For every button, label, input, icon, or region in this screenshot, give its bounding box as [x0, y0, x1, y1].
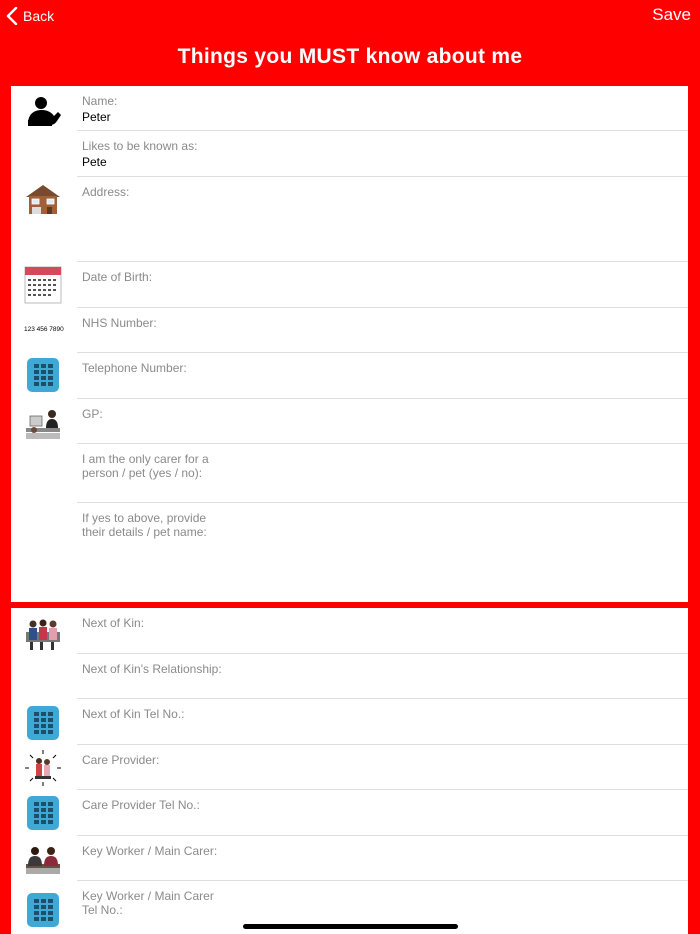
home-indicator[interactable] [243, 924, 458, 929]
key-worker-icon [24, 840, 62, 878]
dob-row[interactable]: Date of Birth: [77, 262, 688, 308]
name-value[interactable]: Peter [82, 110, 111, 124]
contacts-card: Next of Kin: Next of Kin's Relationship:… [11, 608, 688, 934]
nok-tel-row[interactable]: Next of Kin Tel No.: [77, 699, 688, 745]
key-worker-label: Key Worker / Main Carer: [82, 844, 218, 858]
key-worker-tel-label: Key Worker / Main Carer Tel No.: [82, 889, 214, 917]
care-provider-label: Care Provider: [82, 753, 160, 767]
nhs-number-icon: 123 456 7890 [24, 326, 64, 333]
key-worker-row[interactable]: Key Worker / Main Carer: [77, 836, 688, 881]
family-icon [24, 614, 62, 652]
page-title: Things you MUST know about me [177, 45, 523, 68]
house-icon [24, 180, 62, 218]
phone-icon [24, 891, 62, 929]
nhs-number-row[interactable]: NHS Number: [77, 308, 688, 353]
name-label: Name: [82, 94, 118, 108]
address-label: Address: [82, 185, 130, 199]
name-row[interactable]: Name: Peter [77, 86, 688, 131]
calendar-icon [24, 266, 62, 304]
known-as-value[interactable]: Pete [82, 155, 107, 169]
person-silhouette-icon [24, 94, 62, 132]
known-as-label: Likes to be known as: [82, 139, 198, 153]
telephone-row[interactable]: Telephone Number: [77, 353, 688, 399]
carer-details-row[interactable]: If yes to above, provide their details /… [77, 503, 688, 602]
doctor-icon [24, 404, 62, 442]
nhs-number-label: NHS Number: [82, 316, 157, 330]
phone-icon [24, 794, 62, 832]
care-provider-row[interactable]: Care Provider: [77, 745, 688, 790]
telephone-label: Telephone Number: [82, 361, 187, 375]
address-row[interactable]: Address: [77, 177, 688, 262]
nok-relationship-label: Next of Kin's Relationship: [82, 662, 222, 676]
back-button[interactable]: Back [6, 6, 54, 26]
back-label: Back [23, 8, 55, 24]
nok-relationship-row[interactable]: Next of Kin's Relationship: [77, 654, 688, 699]
known-as-row[interactable]: Likes to be known as: Pete [77, 131, 688, 177]
save-button[interactable]: Save [652, 5, 691, 25]
care-provider-tel-row[interactable]: Care Provider Tel No.: [77, 790, 688, 836]
gp-row[interactable]: GP: [77, 399, 688, 444]
chevron-left-icon [6, 7, 18, 25]
personal-details-card: 123 456 7890 Name: Peter Likes to be kno… [11, 86, 688, 602]
phone-icon [24, 356, 62, 394]
phone-icon [24, 704, 62, 742]
carer-details-label: If yes to above, provide their details /… [82, 511, 207, 539]
dob-label: Date of Birth: [82, 270, 153, 284]
nok-tel-label: Next of Kin Tel No.: [82, 707, 185, 721]
next-of-kin-label: Next of Kin: [82, 616, 145, 630]
care-provider-tel-label: Care Provider Tel No.: [82, 798, 200, 812]
care-provider-icon [24, 749, 62, 787]
only-carer-label: I am the only carer for a person / pet (… [82, 452, 209, 480]
gp-label: GP: [82, 407, 103, 421]
navigation-bar: Back Save [0, 0, 700, 32]
next-of-kin-row[interactable]: Next of Kin: [77, 608, 688, 654]
only-carer-row[interactable]: I am the only carer for a person / pet (… [77, 444, 688, 503]
